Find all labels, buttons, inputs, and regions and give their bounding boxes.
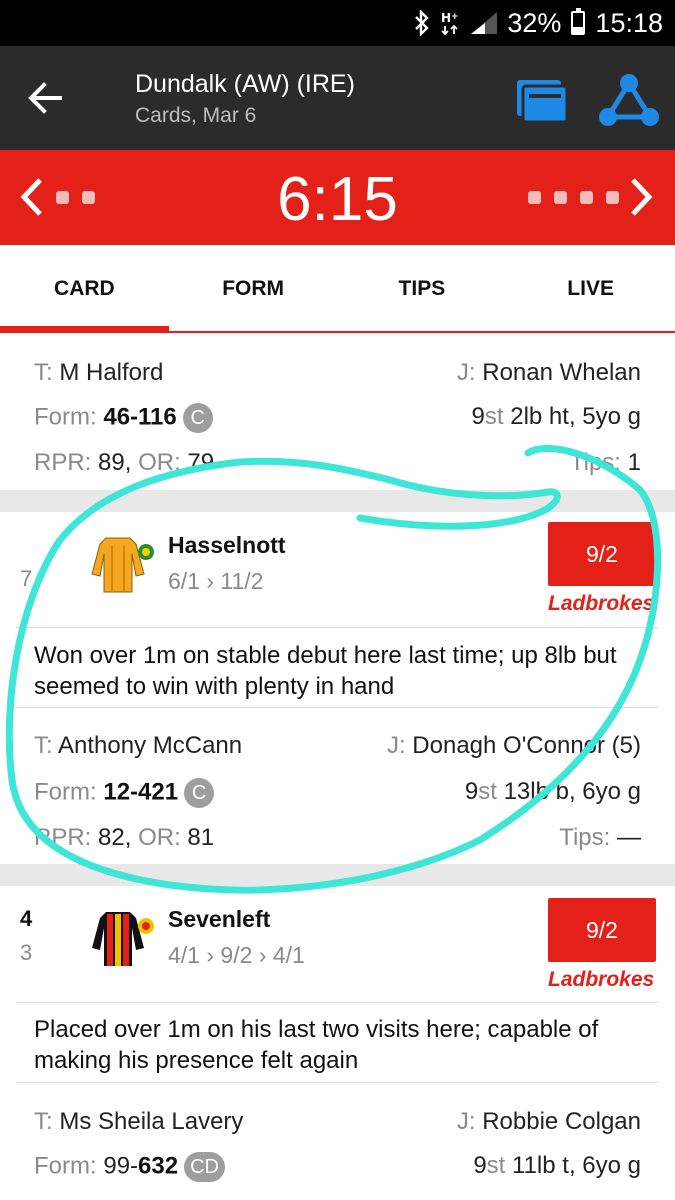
svg-text:H: H: [441, 11, 451, 25]
tab-form[interactable]: FORM: [169, 245, 338, 331]
share-icon[interactable]: [598, 72, 660, 128]
bluetooth-icon: [415, 10, 430, 36]
tips-count: —: [617, 824, 641, 851]
signal-icon: [471, 12, 498, 34]
battery-percent: 32%: [507, 7, 562, 38]
odds-movement: 4/1 › 9/2 › 4/1: [168, 942, 305, 968]
race-dot[interactable]: [580, 191, 593, 204]
runner-comment: Placed over 1m on his last two visits he…: [34, 1016, 599, 1074]
divider: [16, 1082, 658, 1083]
course-badge: C: [182, 403, 213, 433]
runner-separator: [0, 864, 675, 886]
jockey-label: J:: [386, 732, 406, 759]
weight-age-sex: 13lb b, 6yo g: [503, 778, 641, 805]
weight-stones: 9: [464, 778, 479, 805]
rpr-value: 82: [98, 824, 125, 851]
jockey-silks-icon: [92, 912, 154, 966]
course-distance-badge: CD: [184, 1152, 225, 1182]
weight-age-sex: 11lb t, 6yo g: [512, 1152, 641, 1179]
horse-name[interactable]: Hasselnott: [168, 532, 286, 559]
runner-details: T: Ms Sheila Lavery J: Robbie Colgan For…: [0, 1088, 675, 1200]
tab-bar: CARD FORM TIPS LIVE: [0, 245, 675, 333]
runner-details-previous: T: M Halford J: Ronan Whelan Form: 46-11…: [0, 335, 675, 490]
course-badge: C: [184, 778, 215, 808]
svg-text:+: +: [451, 12, 459, 22]
jockey-name[interactable]: Ronan Whelan: [482, 359, 641, 386]
battery-icon: [571, 8, 586, 35]
jockey-name[interactable]: Donagh O'Connor (5): [412, 732, 641, 759]
or-label: OR:: [138, 449, 181, 476]
odds-movement: 6/1 › 11/2: [168, 568, 264, 594]
runner-draw: 3: [20, 940, 33, 965]
chevron-right-icon[interactable]: [627, 176, 655, 218]
form-label: Form:: [34, 1152, 97, 1180]
form-figures: 632: [138, 1152, 179, 1180]
tips-count: 1: [627, 449, 641, 476]
or-value: 81: [187, 824, 215, 851]
form-label: Form:: [34, 403, 97, 431]
divider: [16, 1002, 658, 1003]
form-figures: 46-116: [103, 403, 177, 431]
runner-separator: [0, 490, 675, 512]
clock: 15:18: [595, 7, 663, 38]
trainer-name[interactable]: Ms Sheila Lavery: [59, 1108, 243, 1135]
weight-stones: 9: [473, 1152, 487, 1179]
bookmaker-label: Ladbrokes: [548, 592, 655, 615]
form-label: Form:: [34, 778, 97, 806]
status-bar: H + 32% 15:18: [0, 0, 675, 46]
form-figures-plain: 99-: [103, 1152, 139, 1180]
or-label: OR:: [138, 824, 181, 851]
page-title: Dundalk (AW) (IRE): [135, 70, 355, 98]
tab-tips[interactable]: TIPS: [338, 245, 507, 331]
trainer-name[interactable]: M Halford: [59, 359, 163, 386]
race-dot[interactable]: [554, 191, 567, 204]
race-dot[interactable]: [528, 191, 541, 204]
form-figures: 12-421: [103, 778, 179, 806]
trainer-label: T:: [34, 1108, 53, 1135]
tab-card[interactable]: CARD: [0, 245, 169, 333]
or-value: 79: [187, 449, 215, 476]
race-time: 6:15: [277, 165, 398, 234]
trainer-label: T:: [34, 732, 53, 759]
rpr-label: RPR:: [34, 824, 92, 851]
rpr-label: RPR:: [34, 449, 92, 476]
horse-name[interactable]: Sevenleft: [168, 906, 270, 933]
odds-button[interactable]: 9/2: [548, 898, 656, 962]
trainer-name[interactable]: Anthony McCann: [58, 732, 242, 759]
arrow-left-icon[interactable]: [24, 76, 68, 120]
race-selector: 6:15: [0, 150, 675, 245]
jockey-label: J:: [456, 1108, 476, 1135]
page-subtitle: Cards, Mar 6: [135, 104, 257, 127]
jockey-label: J:: [456, 359, 476, 386]
race-cards-icon[interactable]: [515, 76, 571, 124]
tab-live[interactable]: LIVE: [506, 245, 675, 331]
trainer-label: T:: [34, 359, 53, 386]
data-hplus-icon: H +: [441, 11, 459, 36]
odds-button[interactable]: 9/2: [548, 522, 656, 586]
tips-label: Tips:: [569, 449, 621, 476]
jockey-name[interactable]: Robbie Colgan: [482, 1108, 641, 1135]
runner-details: T: Anthony McCann J: Donagh O'Connor (5)…: [0, 712, 675, 862]
rpr-value: 89: [98, 449, 125, 476]
bookmaker-label: Ladbrokes: [548, 968, 655, 991]
divider: [16, 707, 658, 708]
weight-stones: 9: [471, 403, 485, 430]
race-dot[interactable]: [606, 191, 619, 204]
tips-label: Tips:: [559, 824, 611, 851]
divider: [16, 627, 658, 628]
weight-age-sex: 2lb ht, 5yo g: [510, 403, 641, 430]
runner-comment: Won over 1m on stable debut here last ti…: [34, 642, 617, 700]
runner-number: 4: [20, 906, 33, 931]
runner-header[interactable]: 7 Hasselnott 6/1 › 11/2 9/2 Ladbrokes: [0, 512, 675, 630]
app-bar: Dundalk (AW) (IRE) Cards, Mar 6: [0, 46, 675, 150]
jockey-silks-icon: [91, 537, 154, 593]
runner-draw: 7: [20, 566, 33, 591]
runner-header[interactable]: 4 3 Sevenleft 4/1 › 9/2 › 4/1 9/2 Ladbro…: [0, 886, 675, 1004]
battery-level-fill: [573, 26, 584, 33]
